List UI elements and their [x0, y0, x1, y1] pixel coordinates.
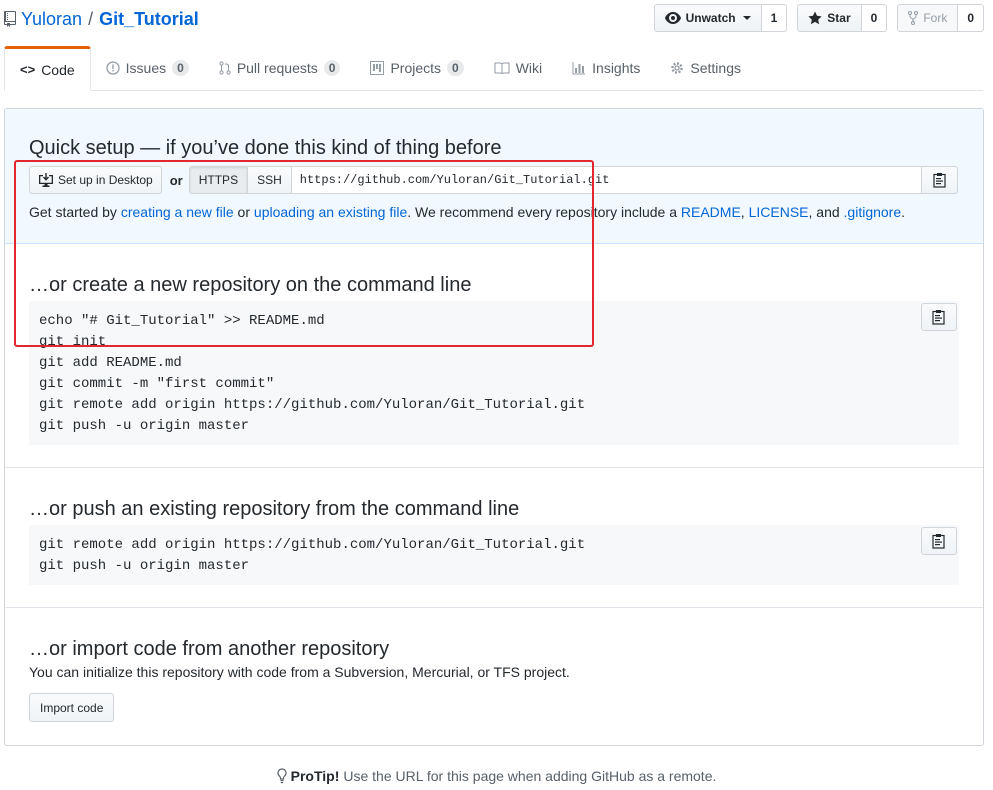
fork-group: Fork 0 [897, 4, 984, 32]
setup-in-desktop-button[interactable]: Set up in Desktop [29, 166, 162, 194]
pull-request-icon [219, 61, 231, 75]
watch-group: Unwatch 1 [653, 4, 788, 32]
repo-owner-link[interactable]: Yuloran [21, 9, 82, 30]
clipboard-icon [932, 173, 946, 188]
new-repo-title: …or create a new repository on the comma… [29, 274, 472, 296]
tab-wiki[interactable]: Wiki [479, 46, 557, 90]
fork-count[interactable]: 0 [958, 4, 984, 32]
tab-pull-requests[interactable]: Pull requests 0 [204, 46, 356, 90]
pull-requests-count-badge: 0 [323, 60, 341, 76]
started-mid: or [233, 204, 254, 220]
push-existing-title: …or push an existing repository from the… [29, 498, 520, 520]
protip-text: Use the URL for this page when adding Gi… [343, 768, 717, 784]
tab-insights-label: Insights [592, 60, 641, 76]
tab-projects[interactable]: Projects 0 [355, 46, 478, 90]
tab-insights[interactable]: Insights [557, 46, 655, 90]
tab-settings[interactable]: Settings [655, 46, 756, 90]
desktop-download-icon [39, 173, 53, 187]
new-repo-code[interactable]: echo "# Git_Tutorial" >> README.md git i… [29, 301, 959, 445]
projects-count-badge: 0 [447, 60, 464, 76]
gitignore-link[interactable]: .gitignore [844, 204, 902, 220]
copy-url-button[interactable] [922, 166, 958, 194]
empty-repo-setup-box: Quick setup — if you’ve done this kind o… [4, 108, 984, 746]
star-count[interactable]: 0 [861, 4, 888, 32]
unwatch-button[interactable]: Unwatch [653, 4, 762, 32]
import-title: …or import code from another repository [29, 638, 390, 660]
copy-push-existing-button[interactable] [921, 527, 957, 555]
gear-icon [671, 62, 684, 74]
star-label: Star [827, 11, 851, 25]
repo-actions: Unwatch 1 Star 0 Fork 0 [653, 4, 984, 32]
clone-url-input[interactable]: https://github.com/Yuloran/Git_Tutorial.… [291, 166, 922, 194]
tab-projects-label: Projects [390, 60, 442, 76]
push-existing-section: …or push an existing repository from the… [5, 468, 983, 608]
tab-settings-label: Settings [690, 60, 741, 76]
import-description: You can initialize this repository with … [29, 664, 570, 680]
fork-label: Fork [923, 11, 948, 25]
chevron-down-icon [742, 16, 751, 20]
repo-name-link[interactable]: Git_Tutorial [99, 9, 199, 30]
book-icon [494, 62, 510, 74]
star-button[interactable]: Star [797, 4, 862, 32]
code-icon: <> [20, 62, 36, 77]
unwatch-label: Unwatch [685, 11, 736, 25]
issues-count-badge: 0 [172, 60, 189, 76]
fork-button[interactable]: Fork [897, 4, 959, 32]
star-icon [808, 11, 822, 25]
protip: ProTip! Use the URL for this page when a… [0, 768, 993, 784]
protip-label: ProTip! [290, 768, 340, 784]
started-comma: , [740, 204, 749, 220]
push-existing-code[interactable]: git remote add origin https://github.com… [29, 525, 959, 585]
tab-issues[interactable]: Issues 0 [91, 46, 204, 90]
tab-code[interactable]: <> Code [4, 46, 91, 91]
new-repo-section: …or create a new repository on the comma… [5, 244, 983, 468]
clone-url-row: Set up in Desktop or HTTPS SSH https://g… [29, 166, 958, 194]
light-bulb-icon [277, 768, 287, 784]
tab-issues-label: Issues [125, 60, 167, 76]
started-text2: . We recommend every repository include … [407, 204, 681, 220]
clipboard-icon [932, 310, 945, 325]
repo-header: Yuloran / Git_Tutorial [4, 4, 199, 34]
tab-code-label: Code [41, 61, 75, 78]
setup-in-desktop-label: Set up in Desktop [58, 173, 153, 187]
started-and: , and [808, 204, 844, 220]
copy-new-repo-button[interactable] [921, 303, 957, 331]
eye-icon [664, 12, 681, 24]
uploading-existing-file-link[interactable]: uploading an existing file [254, 204, 407, 220]
project-icon [370, 61, 385, 75]
repo-separator: / [88, 8, 94, 29]
star-group: Star 0 [797, 4, 888, 32]
quick-setup-title: Quick setup — if you’ve done this kind o… [29, 137, 502, 159]
watch-count[interactable]: 1 [761, 4, 788, 32]
clipboard-icon [932, 534, 945, 549]
graph-icon [572, 62, 586, 75]
ssh-toggle[interactable]: SSH [248, 166, 292, 194]
license-link[interactable]: LICENSE [749, 204, 809, 220]
quick-setup-section: Quick setup — if you’ve done this kind o… [5, 109, 983, 244]
import-code-button[interactable]: Import code [29, 693, 115, 722]
readme-link[interactable]: README [681, 204, 741, 220]
started-end: . [901, 204, 906, 220]
fork-icon [908, 11, 919, 25]
get-started-text: Get started by creating a new file or up… [29, 204, 905, 220]
https-toggle[interactable]: HTTPS [188, 166, 249, 194]
tab-pull-requests-label: Pull requests [236, 60, 318, 76]
repo-nav-tabs: <> Code Issues 0 Pull requests 0 Project… [4, 46, 983, 91]
issue-icon [106, 61, 120, 75]
tab-wiki-label: Wiki [515, 60, 543, 76]
started-prefix: Get started by [29, 204, 121, 220]
import-section: …or import code from another repository … [5, 608, 983, 745]
or-text: or [169, 172, 183, 188]
creating-new-file-link[interactable]: creating a new file [121, 204, 234, 220]
repo-icon [4, 11, 16, 27]
